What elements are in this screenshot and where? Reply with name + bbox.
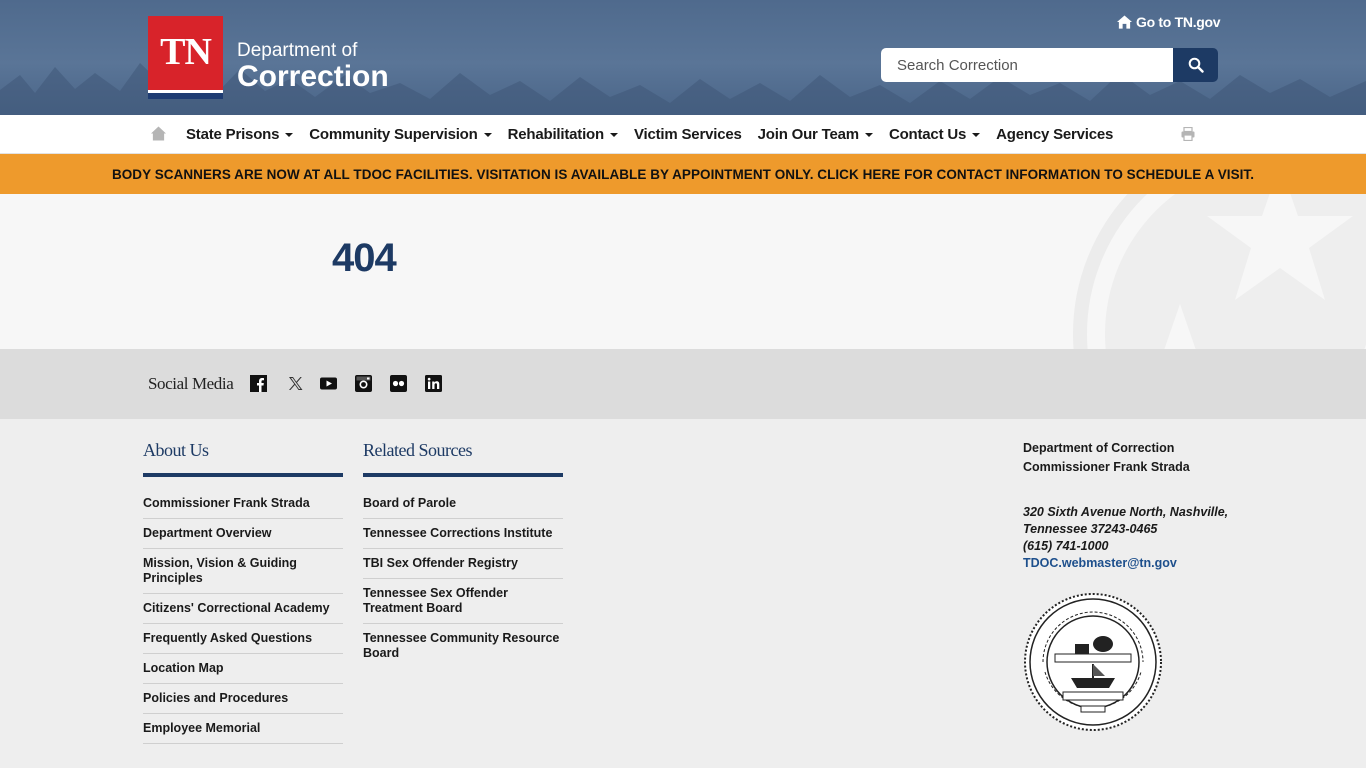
tn-logo-text: TN xyxy=(160,31,212,73)
search-icon xyxy=(1188,57,1204,73)
nav-item-label: Agency Services xyxy=(996,126,1114,143)
about-us-column: About Us Commissioner Frank Strada Depar… xyxy=(143,419,343,744)
footer-link[interactable]: Frequently Asked Questions xyxy=(143,624,343,654)
caret-down-icon xyxy=(285,132,294,137)
contact-address-line1: 320 Sixth Avenue North, Nashville, xyxy=(1023,505,1229,519)
nav-item-rehabilitation[interactable]: Rehabilitation xyxy=(508,126,618,143)
contact-info: Department of Correction Commissioner Fr… xyxy=(1023,439,1243,735)
nav-item-community-supervision[interactable]: Community Supervision xyxy=(309,126,492,143)
nav-item-contact-us[interactable]: Contact Us xyxy=(888,126,981,143)
footer-link[interactable]: Tennessee Corrections Institute xyxy=(363,519,563,549)
related-sources-column: Related Sources Board of Parole Tennesse… xyxy=(363,419,563,668)
search-input[interactable] xyxy=(881,48,1173,82)
department-name: Department of Correction xyxy=(237,39,389,93)
tn-logo-box: TN xyxy=(148,16,223,99)
footer-link[interactable]: Citizens' Correctional Academy xyxy=(143,594,343,624)
nav-item-state-prisons[interactable]: State Prisons xyxy=(186,126,294,143)
caret-down-icon xyxy=(864,132,873,137)
department-line1: Department of xyxy=(237,39,358,61)
nav-item-victim-services[interactable]: Victim Services xyxy=(634,126,742,143)
flickr-icon[interactable] xyxy=(390,375,407,392)
search-form xyxy=(881,48,1218,82)
site-header: TN Department of Correction Go to TN.gov xyxy=(0,0,1366,115)
contact-commissioner: Commissioner Frank Strada xyxy=(1023,460,1190,474)
page-title: 404 xyxy=(332,236,397,280)
nav-item-label: Contact Us xyxy=(888,126,967,143)
youtube-icon[interactable] xyxy=(320,375,337,392)
tennessee-state-seal-icon xyxy=(1024,593,1162,731)
contact-address-line2: Tennessee 37243-0465 xyxy=(1023,522,1158,536)
contact-phone: (615) 741-1000 xyxy=(1023,539,1109,553)
main-content: 404 xyxy=(0,194,1366,349)
footer-link[interactable]: Policies and Procedures xyxy=(143,684,343,714)
x-icon[interactable] xyxy=(287,375,304,392)
search-button[interactable] xyxy=(1173,48,1218,82)
about-us-links: Commissioner Frank Strada Department Ove… xyxy=(143,491,343,744)
facebook-icon[interactable] xyxy=(250,375,267,392)
tn-doc-logo[interactable]: TN Department of Correction xyxy=(148,16,389,99)
nav-item-agency-services[interactable]: Agency Services xyxy=(996,126,1113,143)
related-sources-heading: Related Sources xyxy=(363,440,472,460)
nav-menu: State Prisons Community Supervision Reha… xyxy=(186,115,1129,154)
caret-down-icon xyxy=(972,132,981,137)
caret-down-icon xyxy=(483,132,492,137)
footer-link[interactable]: Location Map xyxy=(143,654,343,684)
social-media-title: Social Media xyxy=(148,374,234,393)
about-us-heading: About Us xyxy=(143,440,209,460)
footer-link[interactable]: TBI Sex Offender Registry xyxy=(363,549,563,579)
nav-item-label: Community Supervision xyxy=(309,126,478,143)
print-icon[interactable] xyxy=(1181,127,1195,141)
linkedin-icon[interactable] xyxy=(425,375,442,392)
site-footer: About Us Commissioner Frank Strada Depar… xyxy=(0,419,1366,768)
nav-home-icon[interactable] xyxy=(151,126,166,141)
footer-link[interactable]: Employee Memorial xyxy=(143,714,343,744)
nav-item-label: Rehabilitation xyxy=(507,126,605,143)
social-media-bar: Social Media xyxy=(0,349,1366,419)
footer-link[interactable]: Commissioner Frank Strada xyxy=(143,491,343,519)
go-to-tn-gov-label: Go to TN.gov xyxy=(1136,14,1221,30)
home-icon xyxy=(1117,15,1132,29)
contact-email-link[interactable]: TDOC.webmaster@tn.gov xyxy=(1023,555,1243,572)
nav-item-join-our-team[interactable]: Join Our Team xyxy=(758,126,873,143)
heading-underline xyxy=(143,473,343,477)
instagram-icon[interactable] xyxy=(355,375,372,392)
contact-department: Department of Correction xyxy=(1023,441,1175,455)
footer-link[interactable]: Board of Parole xyxy=(363,491,563,519)
caret-down-icon xyxy=(609,132,618,137)
nav-item-label: State Prisons xyxy=(186,126,280,143)
tri-star-watermark-icon xyxy=(1073,194,1366,349)
footer-link[interactable]: Tennessee Sex Offender Treatment Board xyxy=(363,579,563,624)
go-to-tn-gov-link[interactable]: Go to TN.gov xyxy=(1117,14,1221,30)
main-navigation: State Prisons Community Supervision Reha… xyxy=(0,115,1366,154)
footer-link[interactable]: Department Overview xyxy=(143,519,343,549)
footer-link[interactable]: Mission, Vision & Guiding Principles xyxy=(143,549,343,594)
footer-link[interactable]: Tennessee Community Resource Board xyxy=(363,624,563,668)
department-line2: Correction xyxy=(237,59,389,93)
nav-item-label: Join Our Team xyxy=(757,126,860,143)
heading-underline xyxy=(363,473,563,477)
alert-banner-link[interactable]: BODY SCANNERS ARE NOW AT ALL TDOC FACILI… xyxy=(0,154,1366,194)
logo-stripe-blue xyxy=(148,93,223,99)
nav-item-label: Victim Services xyxy=(633,126,742,143)
related-sources-links: Board of Parole Tennessee Corrections In… xyxy=(363,491,563,668)
